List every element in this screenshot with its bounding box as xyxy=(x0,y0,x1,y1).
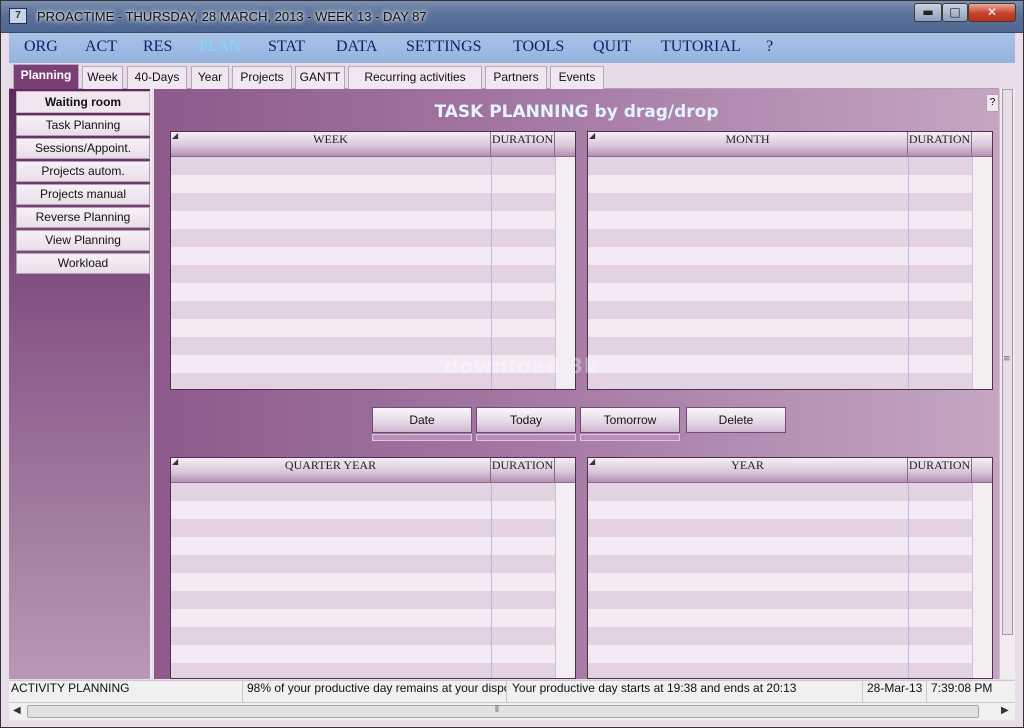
month-column-header[interactable]: MONTH xyxy=(588,132,908,157)
tab-partners[interactable]: Partners xyxy=(485,66,547,89)
scroll-thumb[interactable] xyxy=(27,705,979,718)
menu-bar: ORG ACT RES PLAN STAT DATA SETTINGS TOOL… xyxy=(9,33,1015,63)
menu-help[interactable]: ? xyxy=(766,38,773,56)
sidebar-item-view-planning[interactable]: View Planning xyxy=(16,230,150,251)
resize-corner-icon: ◢ xyxy=(589,457,596,466)
sidebar-item-reverse-planning[interactable]: Reverse Planning xyxy=(16,207,150,228)
menu-settings[interactable]: SETTINGS xyxy=(406,38,482,56)
menu-stat[interactable]: STAT xyxy=(268,38,305,56)
menu-data[interactable]: DATA xyxy=(336,38,377,56)
minimize-button[interactable]: ▬ xyxy=(914,3,942,22)
status-productive: 98% of your productive day remains at yo… xyxy=(245,681,507,703)
month-scrollbar[interactable] xyxy=(972,157,992,389)
year-scrollbar[interactable] xyxy=(972,483,992,678)
status-date: 28-Mar-13 xyxy=(865,681,927,703)
duration-column-header[interactable]: DURATION xyxy=(491,458,555,483)
title-bar[interactable]: 7 PROACTIME - THURSDAY, 28 MARCH, 2013 -… xyxy=(1,1,1023,33)
menu-tools[interactable]: TOOLS xyxy=(513,38,564,56)
menu-act[interactable]: ACT xyxy=(85,38,117,56)
status-schedule: Your productive day starts at 19:38 and … xyxy=(509,681,863,703)
menu-plan[interactable]: PLAN xyxy=(199,38,241,56)
tab-week[interactable]: Week xyxy=(82,66,123,89)
vertical-scrollbar[interactable]: ≡ xyxy=(999,89,1015,679)
tomorrow-button[interactable]: Tomorrow xyxy=(580,407,680,433)
delete-button[interactable]: Delete xyxy=(686,407,786,433)
duration-column-header[interactable]: DURATION xyxy=(908,132,972,157)
app-window: 7 PROACTIME - THURSDAY, 28 MARCH, 2013 -… xyxy=(0,0,1024,728)
year-column-header[interactable]: YEAR xyxy=(588,458,908,483)
duration-column-header[interactable]: DURATION xyxy=(491,132,555,157)
week-column-header[interactable]: WEEK xyxy=(171,132,491,157)
page-title: TASK PLANNING by drag/drop xyxy=(434,102,719,122)
sidebar: Waiting room Task Planning Sessions/Appo… xyxy=(9,89,152,679)
close-button[interactable]: ✕ xyxy=(968,3,1016,22)
main-area: TASK PLANNING by drag/drop ? WEEK DURATI… xyxy=(154,89,999,679)
year-list[interactable] xyxy=(588,483,972,678)
table-header: WEEK DURATION xyxy=(171,132,575,157)
maximize-button[interactable]: □ xyxy=(942,3,968,22)
window-title: PROACTIME - THURSDAY, 28 MARCH, 2013 - W… xyxy=(37,9,427,24)
today-button[interactable]: Today xyxy=(476,407,576,433)
week-panel[interactable]: WEEK DURATION ◢ xyxy=(170,131,576,390)
resize-corner-icon: ◢ xyxy=(589,131,596,140)
menu-res[interactable]: RES xyxy=(143,38,172,56)
table-header: MONTH DURATION xyxy=(588,132,992,157)
menu-tutorial[interactable]: TUTORIAL xyxy=(661,38,741,56)
sidebar-item-waiting-room[interactable]: Waiting room xyxy=(16,91,150,113)
resize-corner-icon: ◢ xyxy=(172,131,179,140)
tab-projects[interactable]: Projects xyxy=(232,66,292,89)
status-time: 7:39:08 PM xyxy=(931,681,993,695)
menu-quit[interactable]: QUIT xyxy=(593,38,631,56)
grip-icon: ≡ xyxy=(1003,354,1011,364)
sidebar-item-workload[interactable]: Workload xyxy=(16,253,150,274)
horizontal-scrollbar[interactable]: ◀ ⦀ ▶ xyxy=(9,702,1015,720)
tab-recurring-activities[interactable]: Recurring activities xyxy=(348,66,482,89)
scroll-right-icon[interactable]: ▶ xyxy=(1001,705,1009,716)
sidebar-item-task-planning[interactable]: Task Planning xyxy=(16,115,150,136)
quarter-year-column-header[interactable]: QUARTER YEAR xyxy=(171,458,491,483)
status-mode: ACTIVITY PLANNING xyxy=(11,681,243,703)
table-header: YEAR DURATION xyxy=(588,458,992,483)
tomorrow-indicator xyxy=(580,434,680,441)
tab-gantt[interactable]: GANTT xyxy=(295,66,345,89)
help-button[interactable]: ? xyxy=(986,94,999,112)
tab-bar: Planning Week 40-Days Year Projects GANT… xyxy=(9,63,999,89)
month-list[interactable] xyxy=(588,157,972,389)
tab-40-days[interactable]: 40-Days xyxy=(127,66,187,89)
duration-column-header[interactable]: DURATION xyxy=(908,458,972,483)
quarter-year-panel[interactable]: QUARTER YEAR DURATION ◢ xyxy=(170,457,576,679)
sidebar-item-projects-autom[interactable]: Projects autom. xyxy=(16,161,150,182)
quarter-year-scrollbar[interactable] xyxy=(555,483,575,678)
table-header: QUARTER YEAR DURATION xyxy=(171,458,575,483)
status-bar: ACTIVITY PLANNING 98% of your productive… xyxy=(9,680,1015,703)
month-panel[interactable]: MONTH DURATION ◢ xyxy=(587,131,993,390)
tab-year[interactable]: Year xyxy=(191,66,229,89)
menu-org[interactable]: ORG xyxy=(24,38,58,56)
tab-planning[interactable]: Planning xyxy=(13,64,79,89)
sidebar-item-sessions[interactable]: Sessions/Appoint. xyxy=(16,138,150,159)
date-button[interactable]: Date xyxy=(372,407,472,433)
today-indicator xyxy=(476,434,576,441)
year-panel[interactable]: YEAR DURATION ◢ xyxy=(587,457,993,679)
date-indicator xyxy=(372,434,472,441)
quarter-year-list[interactable] xyxy=(171,483,555,678)
grip-icon: ⦀ xyxy=(495,705,499,715)
watermark: download 3k xyxy=(444,354,599,378)
resize-corner-icon: ◢ xyxy=(172,457,179,466)
sidebar-item-projects-manual[interactable]: Projects manual xyxy=(16,184,150,205)
app-logo-icon[interactable]: 7 xyxy=(9,8,27,24)
scroll-left-icon[interactable]: ◀ xyxy=(13,705,21,716)
tab-events[interactable]: Events xyxy=(550,66,604,89)
